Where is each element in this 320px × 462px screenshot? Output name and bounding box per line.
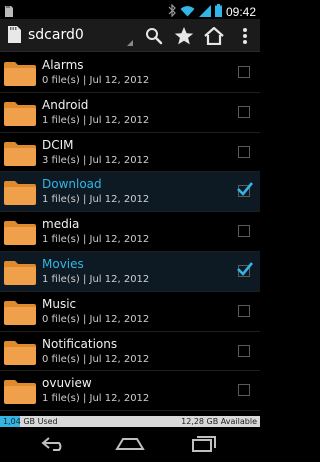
list-item[interactable]: DCIM 3 file(s) | Jul 12, 2012 — [0, 132, 260, 173]
recent-apps-icon[interactable] — [186, 432, 222, 456]
checkbox[interactable] — [238, 145, 250, 158]
folder-details: 1 file(s) | Jul 12, 2012 — [42, 114, 150, 126]
checkbox[interactable] — [238, 304, 250, 317]
list-item[interactable]: Android 1 file(s) | Jul 12, 2012 — [0, 92, 260, 133]
folder-icon — [3, 100, 37, 127]
status-bar: 09:42 — [0, 0, 260, 19]
folder-name: Android — [42, 97, 89, 112]
folder-name: Download — [42, 177, 102, 192]
list-item[interactable]: ovuview 1 file(s) | Jul 12, 2012 — [0, 371, 260, 412]
folder-details: 1 file(s) | Jul 12, 2012 — [42, 273, 150, 285]
folder-icon — [3, 339, 37, 366]
folder-icon — [3, 60, 37, 87]
list-item[interactable]: Download 1 file(s) | Jul 12, 2012 — [0, 172, 260, 213]
folder-icon — [3, 219, 37, 246]
folder-name: media — [42, 217, 80, 232]
folder-details: 0 file(s) | Jul 12, 2012 — [42, 353, 150, 365]
checkbox[interactable] — [238, 66, 250, 78]
folder-icon — [3, 140, 37, 167]
dropdown-indicator-icon[interactable] — [127, 40, 133, 46]
folder-details: 0 file(s) | Jul 12, 2012 — [42, 313, 150, 325]
back-icon[interactable] — [36, 432, 72, 456]
navigation-bar — [0, 427, 260, 462]
home-nav-icon[interactable] — [112, 432, 148, 456]
folder-icon — [3, 378, 37, 405]
folder-name: Notifications — [42, 336, 118, 351]
storage-used-label: 1,04 GB Used — [3, 417, 58, 426]
list-item[interactable]: Movies 1 file(s) | Jul 12, 2012 — [0, 251, 260, 292]
checkbox[interactable] — [238, 344, 250, 357]
folder-name: Music — [42, 296, 77, 311]
folder-icon — [3, 179, 37, 206]
folder-details: 1 file(s) | Jul 12, 2012 — [42, 234, 150, 246]
folder-name: Movies — [42, 256, 84, 271]
list-item[interactable]: Alarms 0 file(s) | Jul 12, 2012 — [0, 53, 260, 93]
star-icon[interactable] — [172, 24, 196, 48]
checkbox[interactable] — [238, 384, 250, 397]
sdcard-icon — [7, 25, 22, 48]
checkmark-icon — [236, 181, 254, 201]
folder-details: 0 file(s) | Jul 12, 2012 — [42, 75, 150, 86]
home-icon[interactable] — [202, 24, 226, 48]
list-item[interactable]: media 1 file(s) | Jul 12, 2012 — [0, 212, 260, 252]
overflow-menu-icon[interactable] — [233, 24, 257, 48]
list-item[interactable]: Notifications 0 file(s) | Jul 12, 2012 — [0, 331, 260, 372]
list-item[interactable]: Music 0 file(s) | Jul 12, 2012 — [0, 291, 260, 332]
clock: 09:42 — [225, 4, 256, 19]
storage-selector[interactable]: sdcard0 — [28, 27, 84, 43]
search-icon[interactable] — [142, 24, 166, 48]
folder-name: ovuview — [42, 376, 92, 391]
storage-usage-bar: 1,04 GB Used 12,28 GB Available — [0, 416, 260, 427]
folder-details: 1 file(s) | Jul 12, 2012 — [42, 393, 150, 405]
folder-details: 3 file(s) | Jul 12, 2012 — [42, 154, 150, 166]
checkmark-icon — [236, 261, 254, 281]
folder-icon — [3, 259, 37, 286]
folder-list: Alarms 0 file(s) | Jul 12, 2012 Android … — [0, 53, 260, 412]
folder-details: 1 file(s) | Jul 12, 2012 — [42, 194, 150, 206]
folder-name: DCIM — [42, 137, 74, 152]
action-bar: sdcard0 — [0, 19, 260, 52]
storage-available-label: 12,28 GB Available — [181, 417, 257, 426]
checkbox[interactable] — [238, 105, 250, 118]
folder-name: Alarms — [42, 58, 84, 72]
folder-icon — [3, 299, 37, 326]
checkbox[interactable] — [238, 225, 250, 238]
